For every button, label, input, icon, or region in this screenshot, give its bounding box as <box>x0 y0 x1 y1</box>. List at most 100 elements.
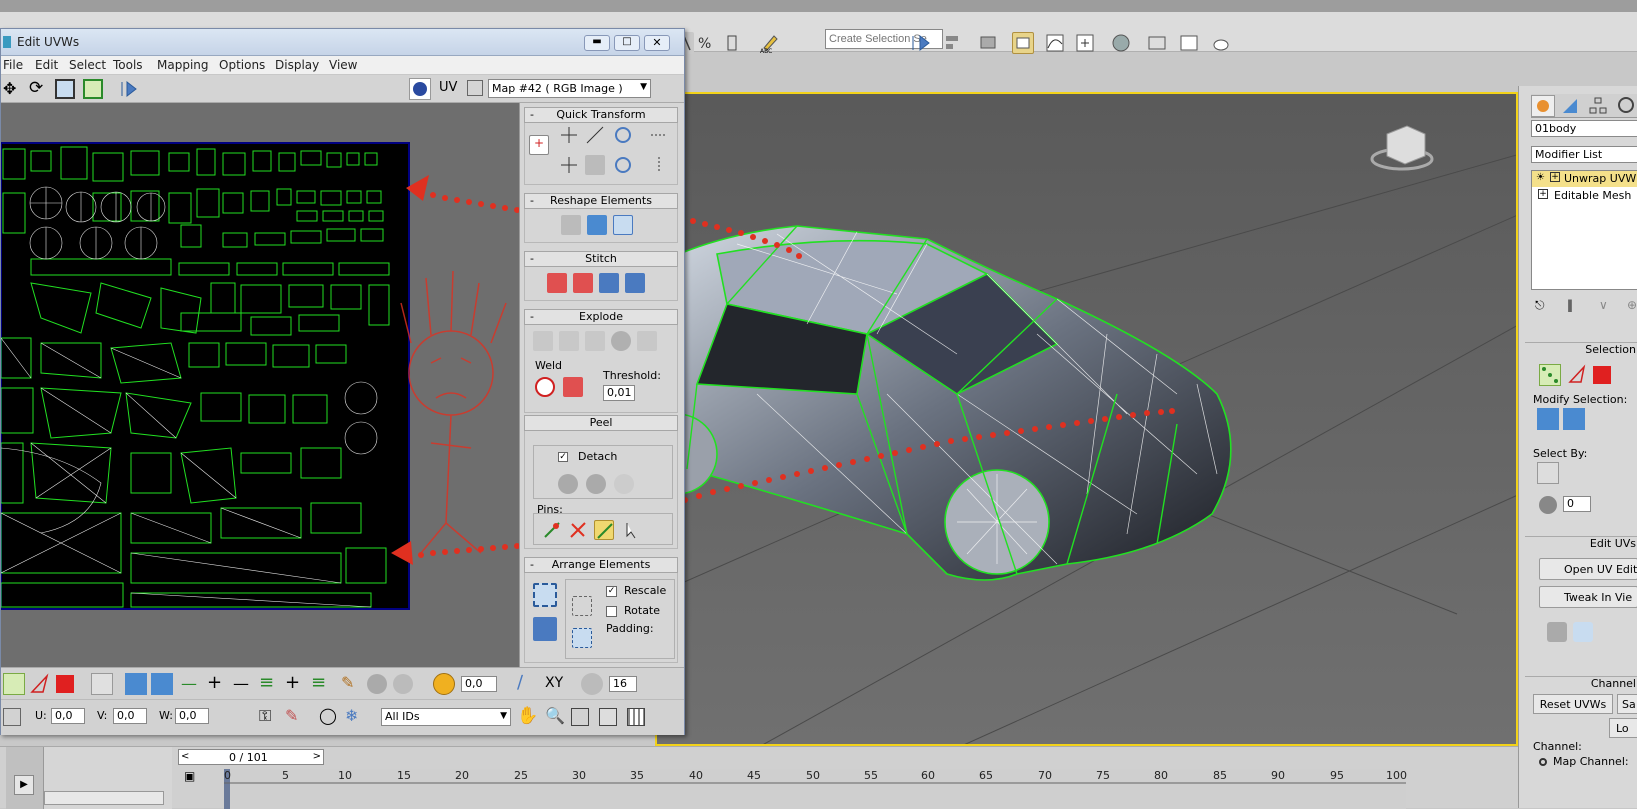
map-channel-radio[interactable] <box>1539 758 1547 766</box>
scale-icon[interactable] <box>55 79 75 99</box>
rotate-ccw-icon[interactable] <box>613 155 633 175</box>
expand-icon[interactable]: + <box>1550 172 1560 182</box>
ring-icon[interactable]: ≡ <box>311 672 326 693</box>
pack-together-icon[interactable] <box>533 617 557 641</box>
menu-display[interactable]: Display <box>275 58 319 72</box>
schematic-view-icon[interactable] <box>1074 32 1096 54</box>
uv-editor-canvas[interactable] <box>1 103 519 667</box>
make-unique-icon[interactable]: ∨ <box>1599 298 1608 312</box>
ring-shrink-icon[interactable]: + <box>285 672 300 693</box>
uv-face-mode-icon[interactable] <box>56 675 74 693</box>
stitch-to-target-icon[interactable] <box>547 273 567 293</box>
reset-uvws-button[interactable]: Reset UVWs <box>1533 694 1613 714</box>
pan-icon[interactable]: ✋ <box>517 706 538 726</box>
material-editor-icon[interactable] <box>1110 32 1132 54</box>
freeze-icon[interactable]: ❄ <box>345 706 358 725</box>
modify-tab-icon[interactable] <box>1559 95 1583 117</box>
u-coordinate-field[interactable]: 0,0 <box>51 708 85 724</box>
chevron-down-icon[interactable]: ▼ <box>500 711 507 721</box>
minimize-button[interactable]: ▬ <box>584 35 610 51</box>
absolute-mode-icon[interactable] <box>3 708 21 726</box>
rescale-checkbox[interactable]: ✓ <box>606 586 617 597</box>
pin-selected-icon[interactable] <box>542 520 562 540</box>
object-name-field[interactable]: 01body <box>1531 120 1637 137</box>
show-end-result-icon[interactable]: ‖ <box>1567 298 1573 312</box>
checker-map-icon[interactable] <box>409 78 431 100</box>
grid-snap-icon[interactable] <box>581 673 603 695</box>
prev-frame-icon[interactable]: < <box>181 751 189 762</box>
uv-grow-icon[interactable] <box>125 673 147 695</box>
mirror-icon[interactable] <box>910 32 932 54</box>
scene-explorer-icon[interactable] <box>1012 32 1034 54</box>
show-grid-icon[interactable] <box>627 708 645 726</box>
render-setup-icon[interactable] <box>1146 32 1168 54</box>
break-options-icon[interactable] <box>637 331 657 351</box>
ring-grow-icon[interactable]: ≡ <box>259 672 274 693</box>
stack-item-editable-mesh[interactable]: + Editable Mesh <box>1532 188 1637 204</box>
quick-peel-icon[interactable] <box>558 474 578 494</box>
auto-pin-icon[interactable] <box>594 520 614 540</box>
loop-shrink-icon[interactable]: + <box>207 672 222 693</box>
stack-item-unwrap[interactable]: ☀ + Unwrap UVW <box>1532 171 1637 187</box>
menu-mapping[interactable]: Mapping <box>157 58 209 72</box>
v-coordinate-field[interactable]: 0,0 <box>113 708 147 724</box>
open-uv-editor-button[interactable]: Open UV Editor <box>1539 558 1637 580</box>
uv-shrink-icon[interactable] <box>151 673 173 695</box>
load-button[interactable]: Lo <box>1609 718 1637 738</box>
vertex-mode-icon[interactable] <box>1539 364 1561 386</box>
percent-snap-icon[interactable]: % <box>696 32 718 54</box>
rotate-icon[interactable]: ⟳ <box>29 78 43 98</box>
render-teapot-icon[interactable] <box>1210 32 1232 54</box>
detach-checkbox[interactable]: ✓ <box>558 452 568 462</box>
bulb-icon[interactable]: ◯ <box>319 706 337 725</box>
edit-named-selection-icon[interactable]: ABC <box>760 32 782 55</box>
align-horizontal-icon[interactable] <box>559 125 579 145</box>
threshold-field[interactable]: 0,01 <box>603 385 635 401</box>
quick-peel-icon[interactable] <box>1573 622 1593 642</box>
align-vertical-icon[interactable] <box>559 155 579 175</box>
uv-element-mode-icon[interactable] <box>91 673 113 695</box>
target-weld-icon[interactable] <box>535 377 555 397</box>
edit-uvs-rollout-header[interactable]: Edit UVs <box>1525 536 1637 552</box>
straighten-icon[interactable] <box>585 155 605 175</box>
expand-icon[interactable]: + <box>1538 189 1548 199</box>
spinner-snap-icon[interactable] <box>722 32 744 54</box>
lightbulb-icon[interactable]: ☀ <box>1536 172 1545 183</box>
tweak-in-view-button[interactable]: Tweak In Vie <box>1539 586 1637 608</box>
perspective-viewport[interactable] <box>655 92 1518 746</box>
menu-options[interactable]: Options <box>219 58 265 72</box>
lock-axis-icon[interactable]: ∕ <box>517 672 523 693</box>
play-icon[interactable]: ▶ <box>14 775 34 795</box>
quick-planar-icon[interactable] <box>1547 622 1567 642</box>
pivot-icon[interactable]: + <box>529 135 549 155</box>
horizontal-scrollbar[interactable] <box>44 791 164 805</box>
reset-peel-icon[interactable] <box>614 474 634 494</box>
flatten-icon[interactable] <box>585 331 605 351</box>
rotate-90-icon[interactable] <box>613 125 633 145</box>
lock-icon[interactable]: ⚿ <box>259 706 271 726</box>
uv-edge-mode-icon[interactable] <box>29 673 51 695</box>
loop-icon[interactable]: — <box>233 674 249 693</box>
select-by-sphere-icon[interactable] <box>1539 496 1557 514</box>
quick-transform-header[interactable]: - Quick Transform <box>524 107 678 123</box>
selection-rollout-header[interactable]: Selection <box>1525 342 1637 358</box>
space-horizontal-icon[interactable] <box>649 125 669 145</box>
face-mode-icon[interactable] <box>1593 366 1611 384</box>
rotate-checkbox[interactable] <box>606 606 617 617</box>
next-frame-icon[interactable]: > <box>313 751 321 762</box>
stitch-average-icon[interactable] <box>573 273 593 293</box>
straighten-selection-icon[interactable] <box>561 215 581 235</box>
peel-mode-icon[interactable] <box>586 474 606 494</box>
soft-selection-field[interactable]: 0,0 <box>461 676 497 692</box>
stitch-header[interactable]: - Stitch <box>524 251 678 267</box>
paint-shrink-icon[interactable] <box>393 674 413 694</box>
edge-mode-icon[interactable] <box>1567 364 1589 386</box>
rendered-frame-icon[interactable] <box>1178 32 1200 54</box>
reshape-elements-header[interactable]: - Reshape Elements <box>524 193 678 209</box>
zoom-region-icon[interactable] <box>571 708 589 726</box>
modifier-list-dropdown[interactable]: Modifier List <box>1531 146 1637 163</box>
paint-grow-icon[interactable] <box>367 674 387 694</box>
align-diagonal-icon[interactable] <box>585 125 605 145</box>
hierarchy-tab-icon[interactable] <box>1587 95 1611 117</box>
stitch-to-source-icon[interactable] <box>599 273 619 293</box>
